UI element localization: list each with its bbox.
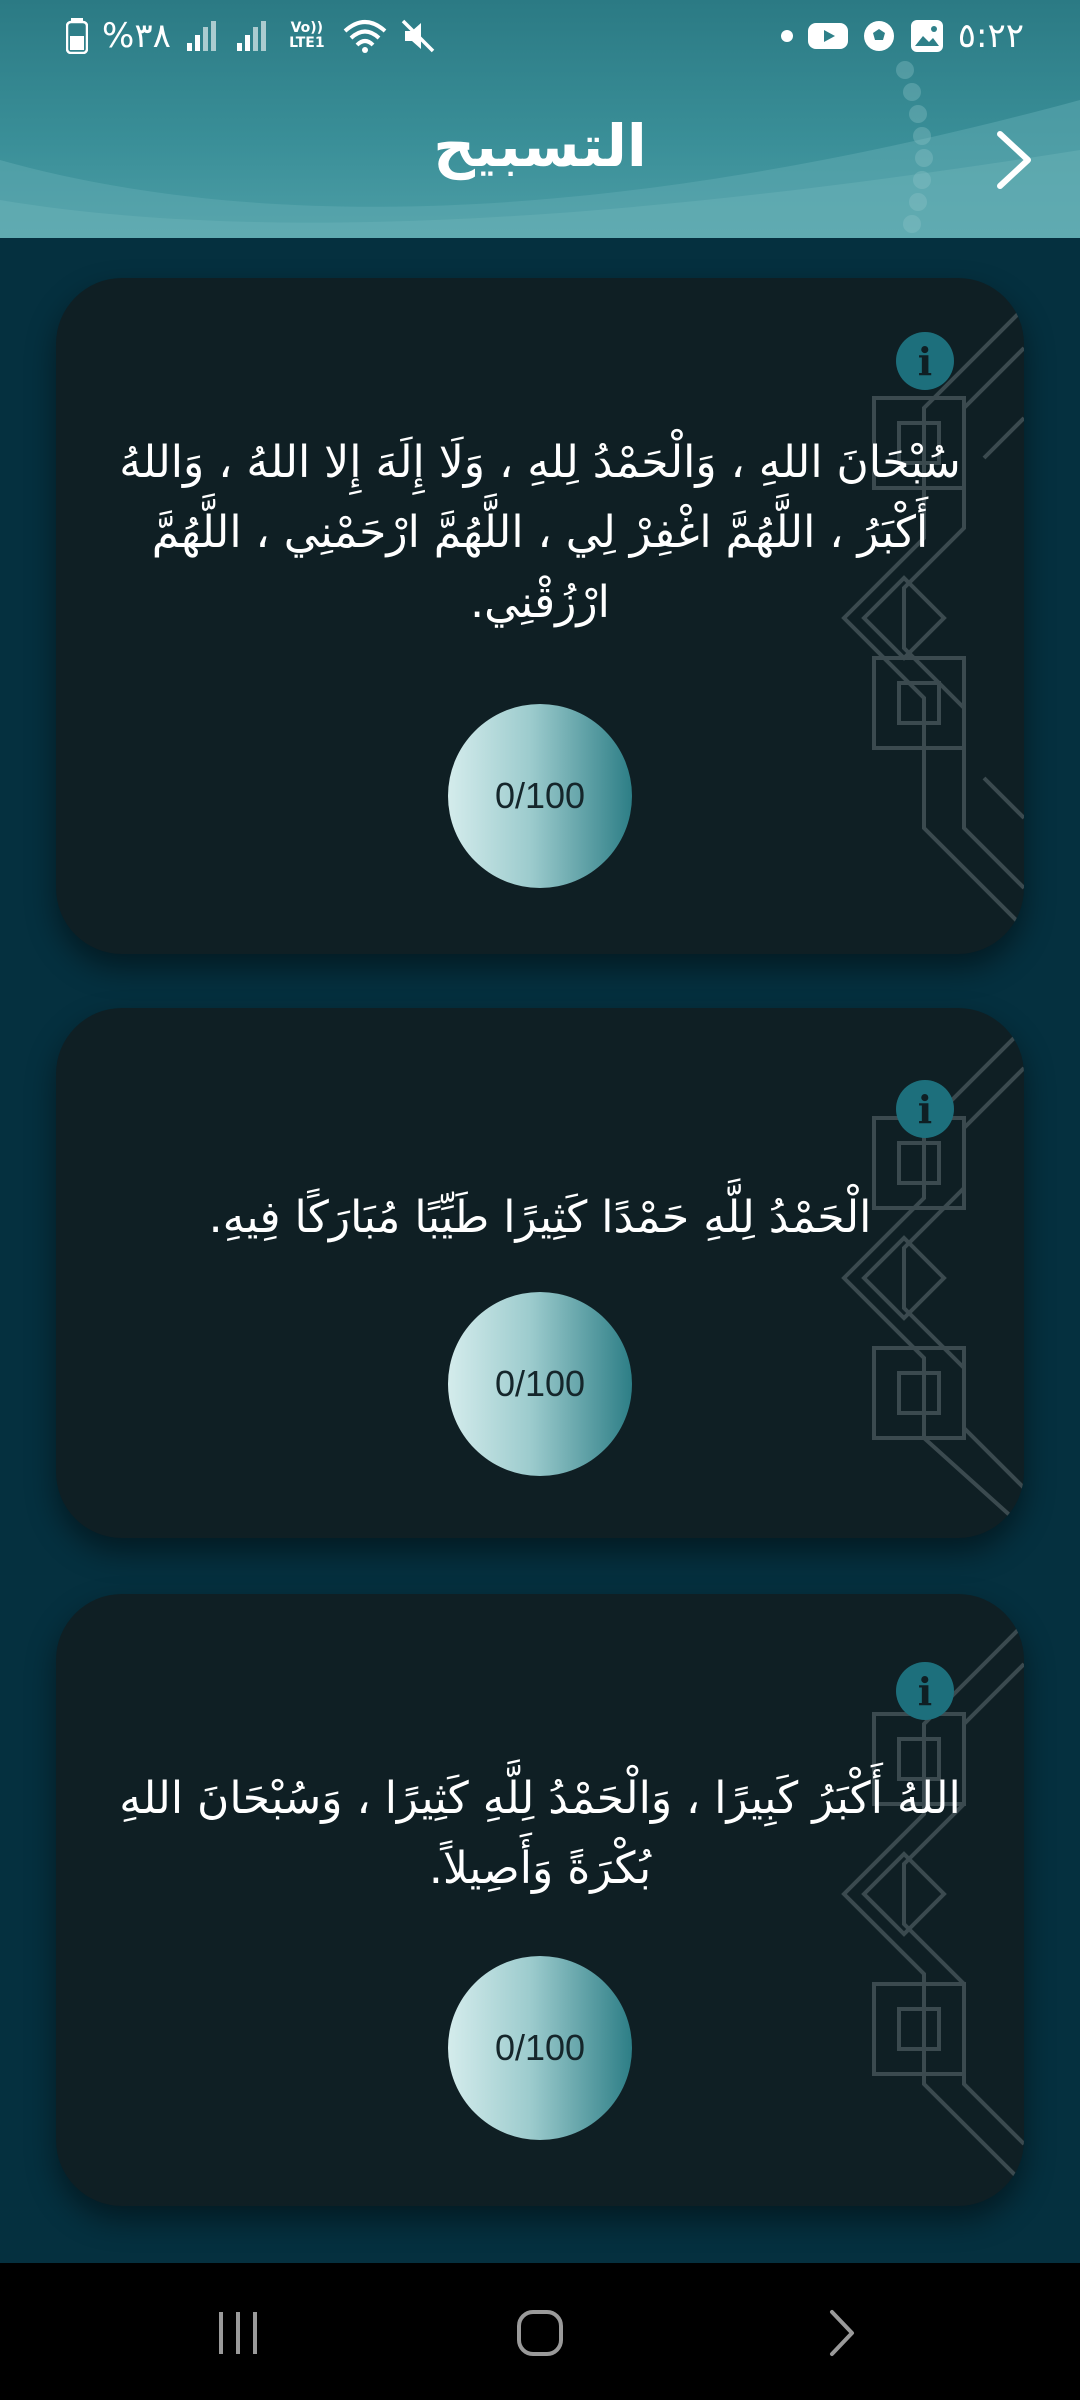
info-icon: i [917, 1086, 933, 1132]
recent-apps-icon [219, 2312, 257, 2354]
info-icon: i [917, 338, 933, 384]
status-bar: %٣٨ Vo)) LTE1 ٥:٢٢ [0, 0, 1080, 80]
status-right-group: ٥:٢٢ [780, 16, 1024, 56]
dhikr-text: اللهُ أَكْبَرُ كَبِيرًا ، وَالْحَمْدُ لِ… [119, 1773, 961, 1894]
dhikr-text: الْحَمْدُ لِلَّهِ حَمْدًا كَثِيرًا طَيِّ… [208, 1192, 872, 1243]
recent-apps-button[interactable] [178, 2293, 298, 2373]
islamic-pattern-decoration [841, 1026, 1024, 1530]
status-time: ٥:٢٢ [957, 16, 1024, 56]
volte-lte-label: Vo)) LTE1 [289, 20, 325, 51]
notification-dot-icon [780, 29, 794, 43]
chevron-right-icon [997, 131, 1031, 189]
info-button[interactable]: i [896, 332, 954, 390]
soccer-ball-icon [862, 19, 896, 53]
tasbih-counter-button[interactable]: 0/100 [448, 1956, 632, 2140]
signal-icon-secondary [235, 19, 271, 53]
home-icon [517, 2310, 563, 2356]
app-header: %٣٨ Vo)) LTE1 ٥:٢٢ التسبيح [0, 0, 1080, 238]
chevron-right-nav-icon [830, 2310, 854, 2356]
status-left-group: %٣٨ Vo)) LTE1 [66, 16, 437, 56]
dhikr-text: سُبْحَانَ اللهِ ، وَالْحَمْدُ لِلهِ ، وَ… [119, 437, 961, 628]
info-icon: i [917, 1668, 933, 1714]
dhikr-card: i اللهُ أَكْبَرُ كَبِيرًا ، وَالْحَمْدُ … [56, 1594, 1024, 2206]
signal-icon [185, 19, 221, 53]
back-nav-button[interactable] [780, 2293, 900, 2373]
tasbih-counter-button[interactable]: 0/100 [448, 1292, 632, 1476]
volte-lte-icon: Vo)) LTE1 [285, 21, 329, 51]
system-navigation-bar [0, 2263, 1080, 2400]
home-button[interactable] [480, 2293, 600, 2373]
mute-icon [401, 19, 437, 53]
info-button[interactable]: i [896, 1080, 954, 1138]
page-title: التسبيح [433, 112, 647, 180]
back-button[interactable] [984, 120, 1044, 200]
battery-percentage: %٣٨ [102, 16, 171, 56]
battery-icon [66, 18, 88, 54]
dhikr-card: i سُبْحَانَ اللهِ ، وَالْحَمْدُ لِلهِ ، … [56, 278, 1024, 954]
gallery-icon [910, 19, 944, 53]
info-button[interactable]: i [896, 1662, 954, 1720]
dhikr-card: i الْحَمْدُ لِلَّهِ حَمْدًا كَثِيرًا طَي… [56, 1008, 1024, 1538]
tasbih-counter-button[interactable]: 0/100 [448, 704, 632, 888]
wifi-icon [343, 19, 387, 53]
youtube-icon [807, 21, 848, 51]
